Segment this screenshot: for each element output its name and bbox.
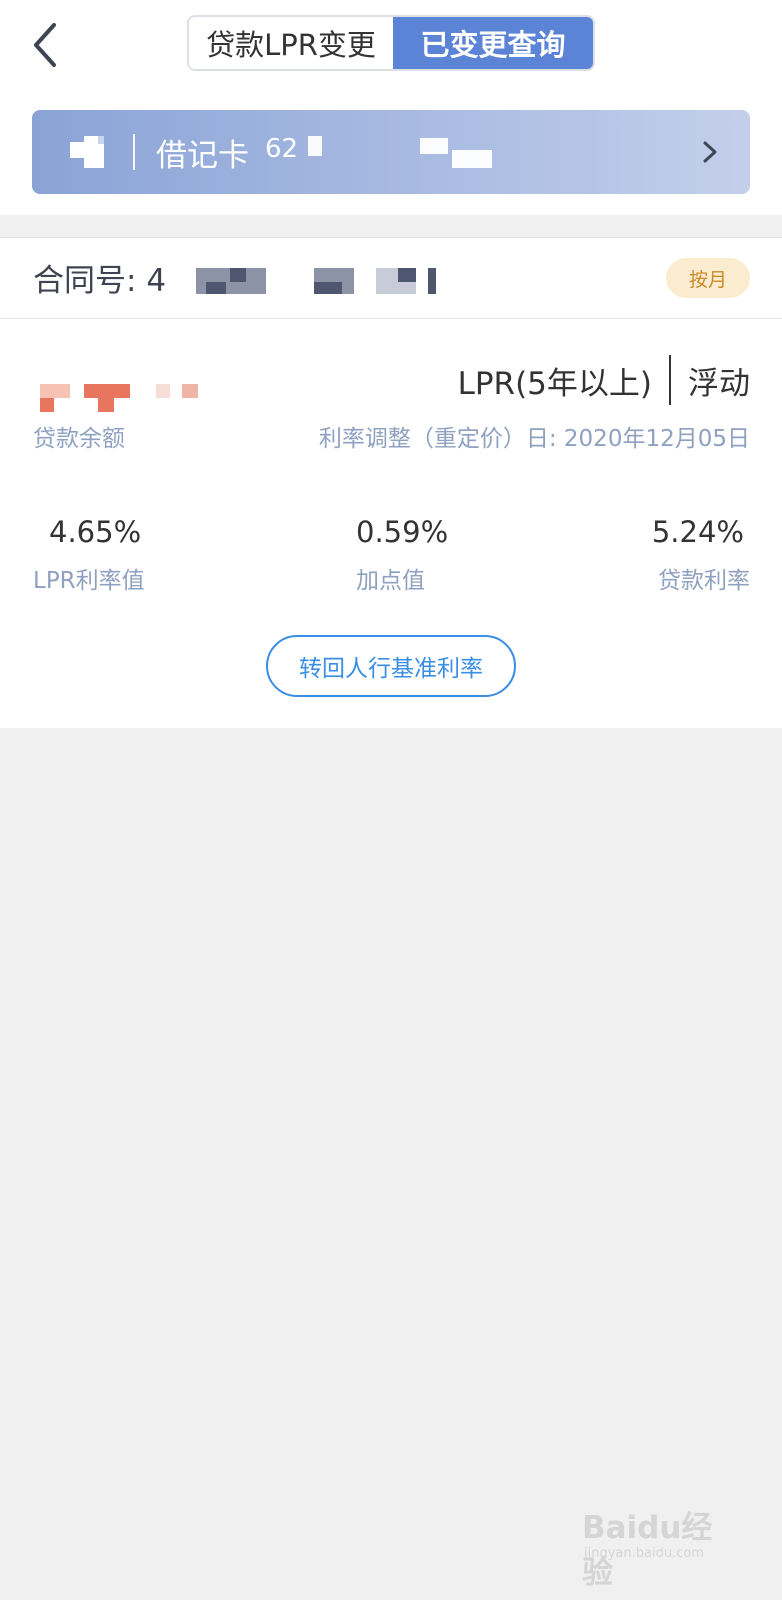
bank-card-icon [70, 136, 104, 168]
loan-balance-mask [40, 384, 198, 412]
card-number-mask [452, 150, 492, 168]
card-number-partial: 62 [265, 134, 299, 164]
contract-label: 合同号: [33, 263, 137, 299]
switch-to-pboc-base-rate-button[interactable]: 转回人行基准利率 [266, 635, 516, 697]
loan-detail-card: 贷款余额 LPR(5年以上) 浮动 利率调整（重定价）日: 2020年12月05… [0, 319, 782, 728]
stat-loan-rate: 5.24% 贷款利率 [652, 515, 750, 595]
rate-type-mode: 浮动 [688, 365, 750, 402]
tab-switcher: 贷款LPR变更 已变更查询 [187, 15, 595, 71]
stat-caption: 贷款利率 [658, 568, 750, 594]
contract-number-mask [314, 282, 342, 294]
contract-row: 合同号: 4 按月 [0, 237, 782, 319]
stat-value: 5.24% [651, 515, 744, 549]
rate-reset-date: 利率调整（重定价）日: 2020年12月05日 [318, 426, 750, 452]
tab-lpr-change[interactable]: 贷款LPR变更 [189, 17, 393, 69]
rate-type: LPR(5年以上) 浮动 [458, 355, 750, 405]
chevron-right-icon [703, 141, 717, 163]
contract-number-mask [230, 268, 246, 282]
card-number-mask [308, 136, 322, 156]
stat-caption: 加点值 [356, 568, 425, 594]
watermark-subtitle: jingyan.baidu.com [584, 1546, 704, 1561]
contract-number-mask [176, 264, 194, 294]
loan-balance-label: 贷款余额 [33, 426, 125, 452]
stat-caption: LPR利率值 [33, 568, 145, 594]
account-divider [133, 134, 135, 170]
card-type-label: 借记卡 [156, 138, 249, 174]
stat-value: 4.65% [49, 515, 142, 549]
repayment-frequency-badge: 按月 [666, 258, 750, 298]
watermark: Baidu经验 jingyan.baidu.com [582, 1502, 742, 1591]
contract-number-mask [206, 282, 226, 294]
rate-type-divider [669, 355, 671, 405]
contract-number-mask [428, 268, 436, 294]
contract-number-partial: 4 [146, 263, 167, 299]
stat-value: 0.59% [356, 515, 449, 549]
stat-lpr-rate: 4.65% LPR利率值 [33, 515, 145, 595]
back-arrow-icon[interactable] [28, 20, 64, 70]
contract-number-mask [398, 268, 416, 282]
top-bar: 贷款LPR变更 已变更查询 借记卡 62 [0, 0, 782, 215]
rate-type-main: LPR(5年以上) [457, 365, 652, 402]
account-selector[interactable]: 借记卡 62 [32, 110, 750, 194]
card-number-mask [420, 138, 448, 154]
contract-number: 合同号: 4 [33, 255, 166, 300]
tab-changed-query[interactable]: 已变更查询 [393, 17, 593, 69]
stat-spread: 0.59% 加点值 [356, 515, 448, 595]
